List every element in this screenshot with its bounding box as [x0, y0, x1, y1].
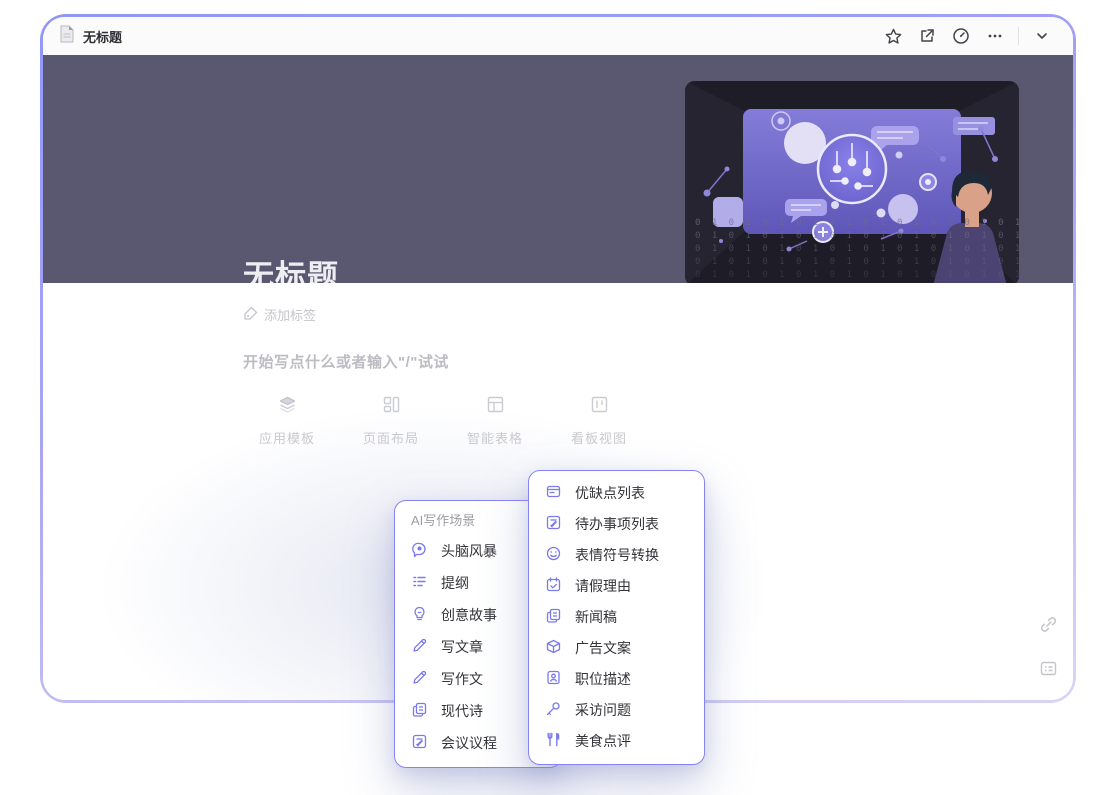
- copy-doc-icon: [411, 701, 428, 721]
- menu-item-label: 待办事项列表: [575, 514, 659, 534]
- copy-doc-icon: [545, 607, 562, 627]
- menu-item-label: 现代诗: [441, 701, 483, 721]
- person-doc-icon: [545, 669, 562, 689]
- menu-item-label: 请假理由: [575, 576, 631, 596]
- template-row: 应用模板 页面布局 智能表格: [235, 395, 651, 447]
- todo-icon: [545, 514, 562, 534]
- menu-item-emoji-convert[interactable]: 表情符号转换: [529, 539, 704, 570]
- menu-item-interview-questions[interactable]: 采访问题: [529, 694, 704, 725]
- outline-icon: [411, 573, 428, 593]
- more-button[interactable]: [978, 22, 1012, 50]
- template-app-templates[interactable]: 应用模板: [235, 395, 339, 447]
- menu-item-label: 采访问题: [575, 700, 631, 720]
- link-icon[interactable]: [1037, 613, 1059, 635]
- menu-item-leave-excuse[interactable]: 请假理由: [529, 570, 704, 601]
- menu-item-pros-cons[interactable]: 优缺点列表: [529, 477, 704, 508]
- window-title: 无标题: [83, 27, 122, 46]
- menu-item-press-release[interactable]: 新闻稿: [529, 601, 704, 632]
- template-label: 页面布局: [363, 428, 419, 447]
- document-icon: [59, 25, 75, 48]
- menu-item-job-description[interactable]: 职位描述: [529, 663, 704, 694]
- mic-icon: [545, 700, 562, 720]
- emoji-icon: [545, 545, 562, 565]
- ai-scene-submenu: 优缺点列表 待办事项列表 表情符号转换 请假理由 新闻稿 广告文案 职位描述 采…: [528, 470, 705, 765]
- note-header: 无标题: [43, 55, 1073, 283]
- menu-item-label: 新闻稿: [575, 607, 617, 627]
- menu-item-label: 广告文案: [575, 638, 631, 658]
- star-button[interactable]: [876, 22, 910, 50]
- template-label: 智能表格: [467, 428, 523, 447]
- template-smart-table[interactable]: 智能表格: [443, 395, 547, 447]
- pen-icon: [411, 637, 428, 657]
- idea-icon: [411, 605, 428, 625]
- template-label: 看板视图: [571, 428, 627, 447]
- template-page-layout[interactable]: 页面布局: [339, 395, 443, 447]
- binary-decoration: 0 1 0 1 0 1 0 1 0 1 0 1 0 1 0 1 0 1 0 1 …: [695, 217, 1015, 282]
- pros-cons-icon: [545, 483, 562, 503]
- utensils-icon: [545, 731, 562, 751]
- layers-icon: [278, 395, 297, 419]
- right-margin-toolbar: [1037, 613, 1059, 700]
- menu-item-label: 优缺点列表: [575, 483, 645, 503]
- menu-item-label: 会议议程: [441, 733, 497, 753]
- menu-item-ad-copy[interactable]: 广告文案: [529, 632, 704, 663]
- titlebar: 无标题: [43, 17, 1073, 55]
- menu-item-food-review[interactable]: 美食点评: [529, 725, 704, 756]
- menu-item-label: 头脑风暴: [441, 541, 497, 561]
- list-box-icon[interactable]: [1037, 657, 1059, 679]
- table-icon: [486, 395, 505, 419]
- history-icon[interactable]: [944, 22, 978, 50]
- header-illustration: 0 1 0 1 0 1 0 1 0 1 0 1 0 1 0 1 0 1 0 1 …: [685, 81, 1019, 286]
- package-icon: [545, 638, 562, 658]
- menu-item-label: 职位描述: [575, 669, 631, 689]
- share-icon[interactable]: [910, 22, 944, 50]
- kanban-icon: [590, 395, 609, 419]
- menu-item-label: 写作文: [441, 669, 483, 689]
- menu-item-label: 创意故事: [441, 605, 497, 625]
- layout-icon: [382, 395, 401, 419]
- template-kanban-view[interactable]: 看板视图: [547, 395, 651, 447]
- template-label: 应用模板: [259, 428, 315, 447]
- tag-icon: [243, 306, 258, 324]
- pen-icon: [411, 669, 428, 689]
- add-tag-label: 添加标签: [264, 305, 316, 324]
- menu-item-label: 表情符号转换: [575, 545, 659, 565]
- doc-edit-icon: [411, 733, 428, 753]
- menu-item-todo-list[interactable]: 待办事项列表: [529, 508, 704, 539]
- calendar-icon: [545, 576, 562, 596]
- menu-item-label: 写文章: [441, 637, 483, 657]
- editor-placeholder[interactable]: 开始写点什么或者输入"/"试试: [243, 351, 449, 372]
- add-tag-button[interactable]: 添加标签: [243, 305, 316, 324]
- menu-item-label: 美食点评: [575, 731, 631, 751]
- titlebar-divider: [1018, 27, 1019, 45]
- menu-item-label: 提纲: [441, 573, 469, 593]
- brainstorm-icon: [411, 541, 428, 561]
- chevron-down-icon[interactable]: [1025, 22, 1059, 50]
